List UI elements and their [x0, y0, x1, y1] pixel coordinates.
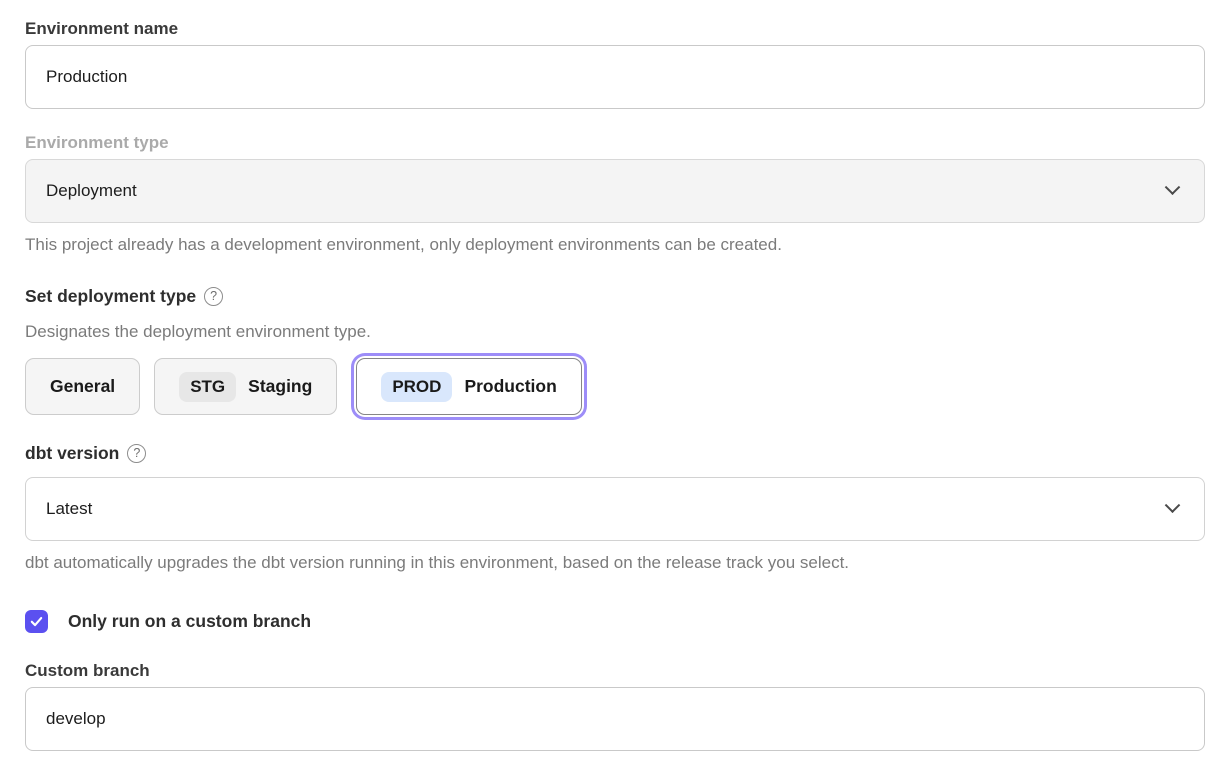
- dbt-version-heading: dbt version ?: [25, 443, 1205, 464]
- custom-branch-label: Custom branch: [25, 660, 1205, 681]
- dbt-version-helper: dbt automatically upgrades the dbt versi…: [25, 553, 1205, 573]
- custom-branch-input[interactable]: [25, 687, 1205, 751]
- dbt-version-select[interactable]: Latest: [25, 477, 1205, 541]
- environment-type-label: Environment type: [25, 132, 1205, 153]
- environment-type-value: Deployment: [46, 181, 1167, 201]
- deployment-type-heading-text: Set deployment type: [25, 286, 196, 307]
- custom-branch-checkbox-row[interactable]: Only run on a custom branch: [25, 610, 1205, 633]
- production-button-label: Production: [464, 376, 556, 397]
- environment-type-select: Deployment: [25, 159, 1205, 223]
- chevron-down-icon: [1165, 497, 1181, 513]
- dbt-version-heading-text: dbt version: [25, 443, 119, 464]
- chevron-down-icon: [1165, 179, 1181, 195]
- environment-type-helper: This project already has a development e…: [25, 235, 1205, 255]
- environment-name-input[interactable]: [25, 45, 1205, 109]
- deployment-type-heading: Set deployment type ?: [25, 286, 1205, 307]
- deployment-type-general-button[interactable]: General: [25, 358, 140, 415]
- deployment-type-helper: Designates the deployment environment ty…: [25, 322, 1205, 342]
- help-icon[interactable]: ?: [204, 287, 223, 306]
- dbt-version-value: Latest: [46, 499, 1167, 519]
- production-badge: PROD: [381, 372, 452, 402]
- custom-branch-checkbox-label[interactable]: Only run on a custom branch: [68, 611, 311, 632]
- custom-branch-checkbox[interactable]: [25, 610, 48, 633]
- deployment-type-options: General STG Staging PROD Production: [25, 358, 1205, 415]
- general-button-label: General: [50, 376, 115, 397]
- help-icon[interactable]: ?: [127, 444, 146, 463]
- staging-badge: STG: [179, 372, 236, 402]
- checkmark-icon: [29, 614, 44, 629]
- deployment-type-production-button[interactable]: PROD Production: [356, 358, 581, 415]
- environment-form: Environment name Environment type Deploy…: [0, 0, 1228, 751]
- staging-button-label: Staging: [248, 376, 312, 397]
- environment-name-label: Environment name: [25, 18, 1205, 39]
- deployment-type-staging-button[interactable]: STG Staging: [154, 358, 337, 415]
